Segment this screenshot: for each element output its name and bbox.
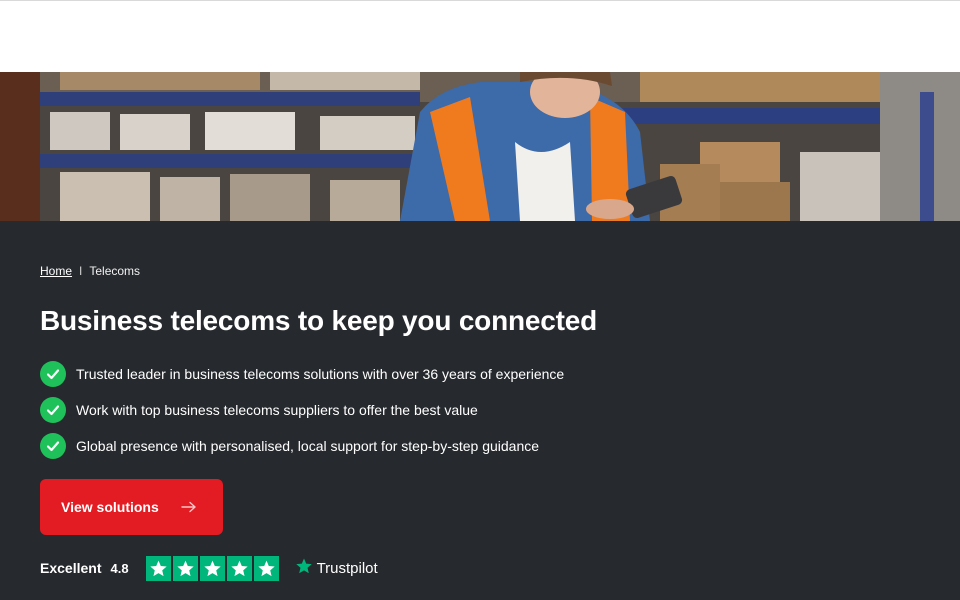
check-icon [40, 433, 66, 459]
trustpilot-rating[interactable]: Excellent 4.8 Trustpilot [40, 555, 378, 581]
star-icon [253, 555, 279, 581]
hero-image [0, 72, 960, 221]
trustpilot-label: Trustpilot [316, 559, 378, 577]
arrow-right-icon [181, 501, 197, 513]
check-icon [40, 397, 66, 423]
view-solutions-button[interactable]: View solutions [40, 479, 223, 535]
breadcrumb-separator: I [79, 264, 83, 278]
star-icon [226, 555, 252, 581]
benefit-text: Global presence with personalised, local… [76, 438, 540, 454]
breadcrumb-current: Telecoms [89, 264, 141, 278]
star-icon [145, 555, 171, 581]
benefit-text: Work with top business telecoms supplier… [76, 402, 478, 418]
check-icon [40, 361, 66, 387]
benefit-item: Global presence with personalised, local… [40, 433, 564, 459]
rating-word: Excellent [40, 560, 102, 576]
benefit-text: Trusted leader in business telecoms solu… [76, 366, 565, 382]
benefit-item: Trusted leader in business telecoms solu… [40, 361, 564, 387]
star-icon [172, 555, 198, 581]
view-solutions-label: View solutions [61, 499, 159, 515]
top-header-bar [0, 0, 960, 72]
rating-stars [145, 555, 281, 581]
benefits-list: Trusted leader in business telecoms solu… [40, 361, 564, 469]
page-title: Business telecoms to keep you connected [40, 305, 598, 336]
rating-score: 4.8 [110, 560, 129, 576]
benefit-item: Work with top business telecoms supplier… [40, 397, 564, 423]
trustpilot-star-icon [295, 557, 313, 580]
breadcrumb-home-link[interactable]: Home [40, 264, 72, 278]
hero-content-panel: Home I Telecoms Business telecoms to kee… [0, 221, 960, 600]
trustpilot-logo: Trustpilot [295, 557, 378, 580]
breadcrumb: Home I Telecoms [40, 264, 140, 278]
star-icon [199, 555, 225, 581]
